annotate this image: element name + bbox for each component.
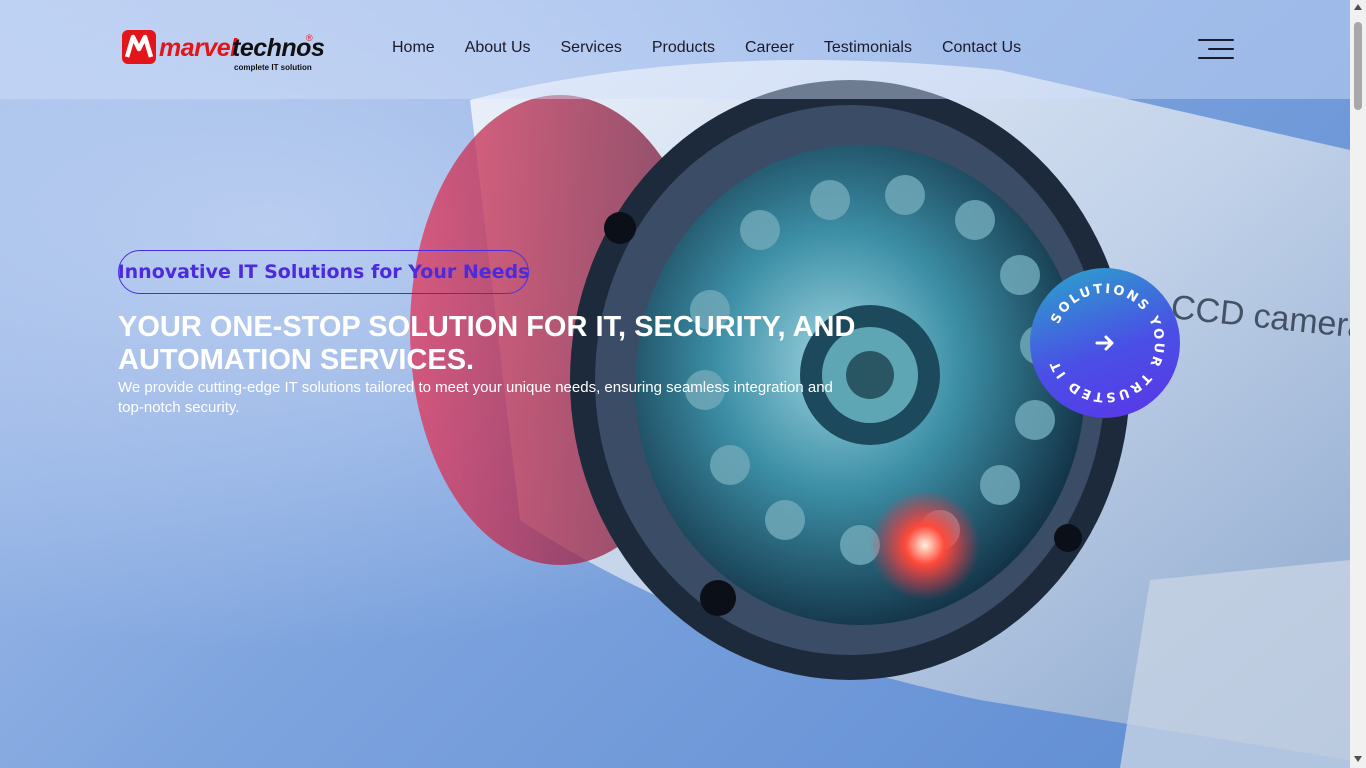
registered-mark: ® xyxy=(306,33,313,43)
hamburger-menu-icon[interactable] xyxy=(1198,39,1234,61)
nav-testimonials[interactable]: Testimonials xyxy=(824,39,912,57)
site-header: marvel technos ® complete IT solution Ho… xyxy=(0,0,1350,99)
scrollbar-thumb[interactable] xyxy=(1354,22,1362,110)
page-scrollbar[interactable] xyxy=(1350,0,1366,768)
nav-products[interactable]: Products xyxy=(652,39,715,57)
trusted-it-solutions-badge[interactable]: SOLUTIONS YOUR TRUSTED IT xyxy=(1030,268,1180,418)
nav-contact-us[interactable]: Contact Us xyxy=(942,39,1021,57)
brand-logo[interactable]: marvel technos ® complete IT solution xyxy=(122,30,325,76)
nav-services[interactable]: Services xyxy=(561,39,622,57)
logo-m-icon xyxy=(122,30,156,64)
scroll-up-arrow-icon[interactable] xyxy=(1354,4,1362,10)
main-nav: Home About Us Services Products Career T… xyxy=(392,39,1051,57)
hero-tagline-text: Innovative IT Solutions for Your Needs xyxy=(117,261,530,283)
nav-career[interactable]: Career xyxy=(745,39,794,57)
hero-description: We provide cutting-edge IT solutions tai… xyxy=(118,379,833,416)
hero-tagline-pill: Innovative IT Solutions for Your Needs xyxy=(118,250,529,294)
logo-word-marvel: marvel xyxy=(159,34,237,62)
scroll-down-arrow-icon[interactable] xyxy=(1354,756,1362,762)
logo-tagline: complete IT solution xyxy=(234,63,312,72)
nav-about-us[interactable]: About Us xyxy=(465,39,531,57)
arrow-right-icon xyxy=(1030,268,1180,418)
hero-headline: YOUR ONE-STOP SOLUTION FOR IT, SECURITY,… xyxy=(118,311,856,376)
nav-home[interactable]: Home xyxy=(392,39,435,57)
